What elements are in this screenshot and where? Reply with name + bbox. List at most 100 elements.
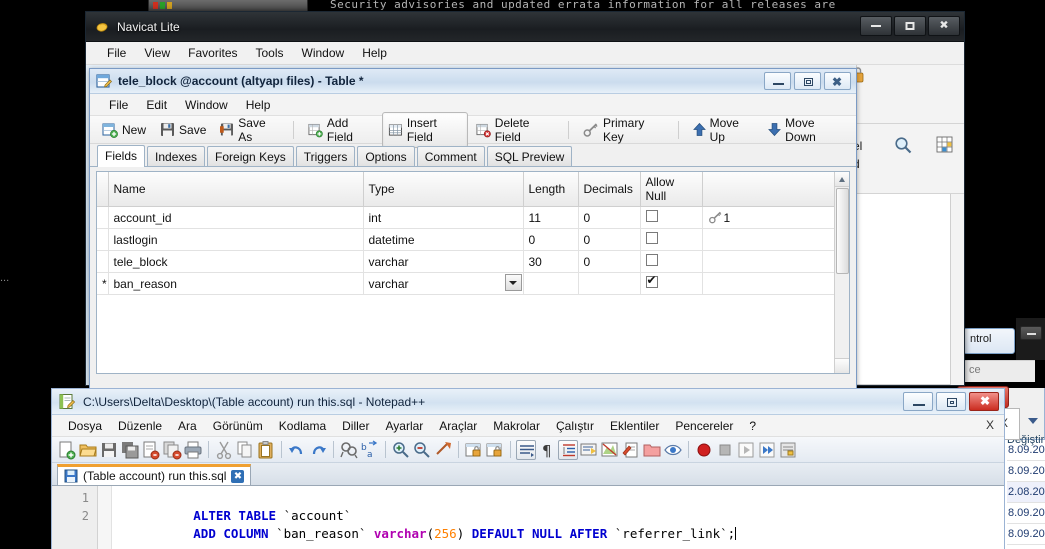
menu-ara[interactable]: Ara — [170, 417, 205, 435]
zoom-in-icon[interactable] — [391, 440, 411, 460]
folder-icon[interactable] — [642, 440, 662, 460]
cell-length[interactable] — [523, 272, 579, 295]
color-map-icon[interactable] — [600, 440, 620, 460]
menu-calistir[interactable]: Çalıştır — [548, 417, 602, 435]
search-icon[interactable] — [893, 135, 913, 155]
preview-icon[interactable] — [663, 440, 683, 460]
close-file-icon[interactable] — [141, 440, 161, 460]
menu-help[interactable]: Help — [353, 44, 396, 62]
menu-eklentiler[interactable]: Eklentiler — [602, 417, 667, 435]
save-as-button[interactable]: Save As — [214, 112, 285, 148]
document-tab[interactable]: (Table account) run this.sql ✖ — [57, 464, 252, 485]
indent-guide-icon[interactable] — [516, 439, 536, 460]
fold-margin[interactable] — [98, 486, 112, 549]
menu-file[interactable]: File — [98, 44, 135, 62]
table-restore-button[interactable] — [794, 72, 821, 90]
cell-length[interactable]: 11 — [523, 206, 579, 229]
menu-pencereler[interactable]: Pencereler — [667, 417, 741, 435]
undo-icon[interactable] — [287, 440, 307, 460]
menu-makrolar[interactable]: Makrolar — [485, 417, 548, 435]
save-all-icon[interactable] — [120, 440, 140, 460]
scroll-down-button[interactable] — [835, 358, 849, 404]
type-dropdown-button[interactable] — [504, 274, 522, 291]
cell-decimals[interactable]: 0 — [578, 228, 641, 251]
navicat-maximize-button[interactable] — [894, 16, 926, 36]
macro-stop-icon[interactable] — [715, 440, 735, 460]
cell-length[interactable]: 30 — [523, 250, 579, 273]
cell-allow-null[interactable] — [640, 272, 703, 295]
sync-icon[interactable] — [433, 440, 453, 460]
allow-null-checkbox[interactable] — [645, 232, 658, 244]
insert-field-button[interactable]: Insert Field — [381, 111, 468, 148]
column-header-allow-null[interactable]: Allow Null — [640, 172, 703, 207]
move-down-button[interactable]: Move Down — [762, 112, 850, 148]
tab-sql-preview[interactable]: SQL Preview — [486, 146, 573, 166]
cell-allow-null[interactable] — [640, 206, 703, 229]
table-close-button[interactable]: ✖ — [824, 72, 851, 90]
cell-decimals[interactable] — [578, 272, 641, 295]
notepad-restore-button[interactable] — [936, 392, 966, 411]
delete-field-button[interactable]: Delete Field — [470, 112, 560, 148]
tab-comment[interactable]: Comment — [416, 146, 485, 166]
menu-window[interactable]: Window — [293, 44, 354, 62]
column-header-length[interactable]: Length — [523, 172, 579, 207]
cell-type[interactable]: varchar — [363, 272, 524, 295]
table-row[interactable]: lastlogin datetime 0 0 — [97, 228, 849, 251]
tab-triggers[interactable]: Triggers — [295, 146, 356, 166]
table-row[interactable]: tele_block varchar 30 0 — [97, 250, 849, 273]
cell-key[interactable]: 1 — [702, 206, 849, 229]
table-menu-edit[interactable]: Edit — [137, 96, 176, 114]
allow-null-checkbox[interactable] — [645, 254, 658, 266]
macro-playmany-icon[interactable] — [757, 440, 777, 460]
cell-name[interactable]: account_id — [108, 206, 364, 229]
cell-allow-null[interactable] — [640, 250, 703, 273]
cell-name[interactable]: ban_reason — [108, 272, 364, 295]
table-minimize-button[interactable] — [764, 72, 791, 90]
cut-icon[interactable] — [214, 440, 234, 460]
menu-dosya[interactable]: Dosya — [60, 417, 110, 435]
macro-play-icon[interactable] — [736, 440, 756, 460]
paste-icon[interactable] — [256, 440, 276, 460]
word-wrap-lock-icon[interactable] — [464, 440, 484, 460]
menu-ayarlar[interactable]: Ayarlar — [377, 417, 431, 435]
cell-type[interactable]: varchar — [363, 250, 524, 273]
column-header-name[interactable]: Name — [108, 172, 364, 207]
user-language-icon[interactable] — [621, 440, 641, 460]
cell-type[interactable]: datetime — [363, 228, 524, 251]
new-button[interactable]: New — [96, 118, 152, 142]
show-indent-icon[interactable] — [558, 439, 578, 460]
grid-vertical-scrollbar[interactable] — [834, 172, 849, 404]
new-file-icon[interactable] — [57, 440, 77, 460]
navicat-titlebar[interactable]: Navicat Lite ✖ — [86, 12, 964, 42]
chevron-down-icon[interactable] — [1028, 418, 1038, 424]
code-editor[interactable]: 1 2 ALTER TABLE `account` ADD COLUMN `ba… — [52, 486, 1004, 549]
find-icon[interactable] — [339, 440, 359, 460]
copy-icon[interactable] — [235, 440, 255, 460]
cell-allow-null[interactable] — [640, 228, 703, 251]
macro-save-icon[interactable] — [778, 440, 798, 460]
menu-favorites[interactable]: Favorites — [179, 44, 246, 62]
cell-decimals[interactable]: 0 — [578, 206, 641, 229]
cell-name[interactable]: tele_block — [108, 250, 364, 273]
table-menu-file[interactable]: File — [100, 96, 137, 114]
cell-key[interactable] — [702, 272, 849, 295]
show-wrap-icon[interactable] — [579, 440, 599, 460]
open-file-icon[interactable] — [78, 440, 98, 460]
table-row[interactable]: account_id int 11 0 1 — [97, 206, 849, 229]
close-document-button[interactable]: X — [986, 418, 994, 432]
add-field-button[interactable]: Add Field — [302, 112, 380, 148]
menu-gorunum[interactable]: Görünüm — [205, 417, 271, 435]
menu-view[interactable]: View — [135, 44, 179, 62]
table-row[interactable]: * ban_reason varchar — [97, 272, 849, 295]
scroll-thumb[interactable] — [836, 188, 849, 274]
cell-type[interactable]: int — [363, 206, 524, 229]
save-icon[interactable] — [99, 440, 119, 460]
pilcrow-icon[interactable]: ¶ — [537, 440, 557, 460]
tab-foreign-keys[interactable]: Foreign Keys — [207, 146, 294, 166]
column-header-type[interactable]: Type — [363, 172, 524, 207]
cell-decimals[interactable]: 0 — [578, 250, 641, 273]
cell-length[interactable]: 0 — [523, 228, 579, 251]
tab-fields[interactable]: Fields — [97, 145, 146, 167]
column-header-key[interactable] — [702, 172, 849, 207]
menu-kodlama[interactable]: Kodlama — [271, 417, 334, 435]
